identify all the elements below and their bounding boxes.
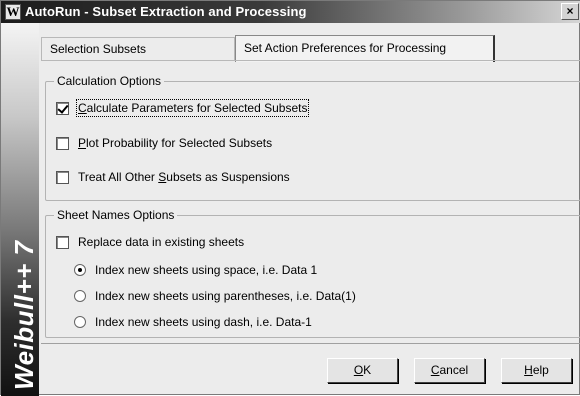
- title-bar[interactable]: W AutoRun - Subset Extraction and Proces…: [1, 1, 580, 23]
- button-label: ancel: [439, 363, 469, 377]
- button-label: elp: [532, 363, 549, 377]
- checkbox-box[interactable]: [56, 101, 69, 115]
- radio-button[interactable]: [74, 264, 86, 276]
- checkbox-box[interactable]: [56, 235, 69, 249]
- replace-data-checkbox[interactable]: Replace data in existing sheets: [56, 234, 244, 250]
- checkbox-box[interactable]: [56, 170, 69, 184]
- label-mnemonic: C: [78, 101, 87, 115]
- help-button[interactable]: Help: [501, 358, 572, 383]
- label-text: alculate Parameters for Selected Subsets: [86, 101, 308, 115]
- ok-button[interactable]: OK: [327, 358, 398, 383]
- label-mnemonic: P: [78, 136, 87, 150]
- treat-subsets-suspensions-checkbox[interactable]: Treat All Other Subsets as Suspensions: [56, 169, 290, 185]
- radio-index-dash-label: Index new sheets using dash, i.e. Data-1: [95, 315, 312, 329]
- close-icon[interactable]: ×: [561, 3, 579, 20]
- button-label: K: [363, 363, 372, 377]
- radio-button[interactable]: [74, 316, 86, 328]
- replace-data-label: Replace data in existing sheets: [78, 235, 245, 249]
- radio-index-space-label: Index new sheets using space, i.e. Data …: [95, 263, 318, 277]
- product-banner: Weibull++ 7: [1, 23, 39, 396]
- window-title: AutoRun - Subset Extraction and Processi…: [25, 4, 307, 19]
- calculation-options-legend: Calculation Options: [54, 74, 165, 88]
- calculation-options-group: Calculation Options Calculate Parameters…: [45, 74, 580, 201]
- label-text: lot Probability for Selected Subsets: [86, 136, 273, 150]
- calculate-parameters-label: Calculate Parameters for Selected Subset…: [75, 99, 310, 117]
- sheet-names-options-legend: Sheet Names Options: [54, 208, 178, 222]
- checkbox-box[interactable]: [56, 136, 69, 150]
- label-text: Treat All Other: [78, 170, 159, 184]
- treat-subsets-label: Treat All Other Subsets as Suspensions: [78, 170, 290, 184]
- label-text: ubsets as Suspensions: [166, 170, 290, 184]
- footer-separator: [41, 343, 580, 344]
- cancel-button[interactable]: Cancel: [414, 358, 485, 383]
- weibull-logo-icon: W: [5, 4, 21, 20]
- button-mnemonic: H: [524, 363, 533, 377]
- button-mnemonic: O: [353, 363, 364, 377]
- plot-probability-checkbox[interactable]: Plot Probability for Selected Subsets: [56, 135, 272, 151]
- radio-index-space[interactable]: Index new sheets using space, i.e. Data …: [74, 262, 317, 278]
- radio-index-parentheses[interactable]: Index new sheets using parentheses, i.e.…: [74, 288, 356, 304]
- tab-selection-subsets[interactable]: Selection Subsets: [41, 37, 235, 61]
- radio-index-dash[interactable]: Index new sheets using dash, i.e. Data-1: [74, 314, 312, 330]
- radio-index-parentheses-label: Index new sheets using parentheses, i.e.…: [95, 289, 356, 303]
- plot-probability-label: Plot Probability for Selected Subsets: [78, 136, 272, 150]
- product-banner-text: Weibull++ 7: [9, 240, 39, 390]
- radio-button[interactable]: [74, 290, 86, 302]
- sheet-names-options-group: Sheet Names Options Replace data in exis…: [45, 208, 580, 338]
- autorun-dialog: W AutoRun - Subset Extraction and Proces…: [0, 0, 580, 396]
- calculate-parameters-checkbox[interactable]: Calculate Parameters for Selected Subset…: [56, 99, 310, 117]
- tab-set-action-preferences[interactable]: Set Action Preferences for Processing: [235, 35, 495, 62]
